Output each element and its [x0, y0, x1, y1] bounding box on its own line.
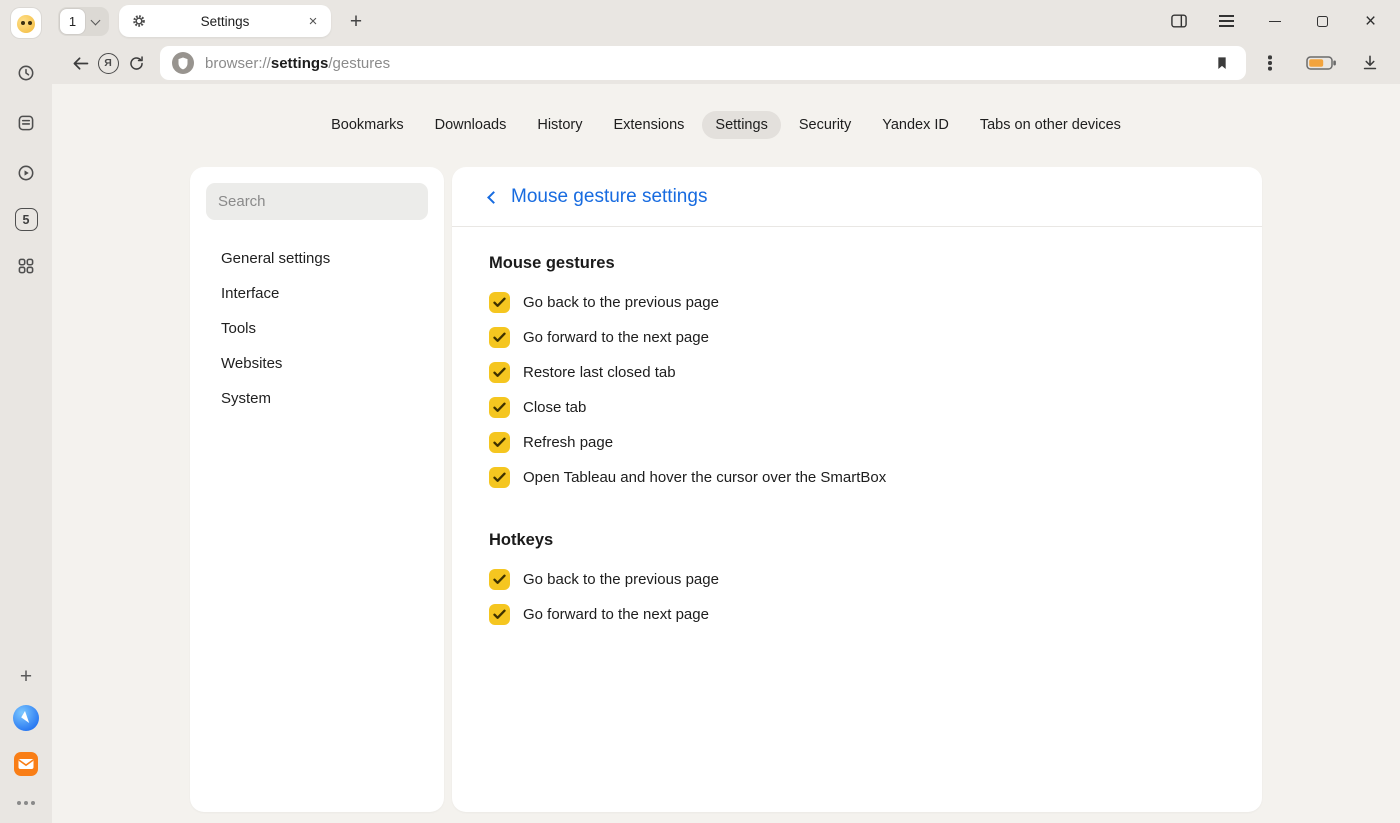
history-icon[interactable] — [11, 58, 41, 88]
gesture-label: Open Tableau and hover the cursor over t… — [523, 469, 886, 486]
tab-counter-badge[interactable]: 5 — [15, 208, 38, 231]
minimize-button[interactable] — [1261, 8, 1288, 35]
yandex-icon: Я — [98, 53, 119, 74]
nav-tab-yandex-id[interactable]: Yandex ID — [869, 111, 962, 139]
nav-tab-downloads[interactable]: Downloads — [422, 111, 520, 139]
avatar-eyes — [21, 21, 25, 25]
gesture-settings-body: Mouse gestures Go back to the previous p… — [452, 227, 1262, 659]
gear-icon — [131, 13, 147, 34]
yandex-id-button[interactable]: Я — [94, 49, 122, 77]
gesture-row: Refresh page — [489, 425, 1225, 460]
section-heading: Mouse gestures — [489, 254, 1225, 273]
close-icon: × — [1365, 12, 1376, 31]
section-hotkeys: Hotkeys Go back to the previous page Go … — [489, 531, 1225, 632]
hotkey-row: Go back to the previous page — [489, 562, 1225, 597]
tab-title: Settings — [201, 14, 250, 29]
avatar-face — [17, 15, 35, 33]
downloads-button[interactable] — [1356, 49, 1384, 77]
gesture-label: Go back to the previous page — [523, 294, 719, 311]
new-tab-button[interactable]: + — [343, 8, 369, 34]
mail-app-icon[interactable] — [11, 749, 41, 779]
checkbox-checked[interactable] — [489, 362, 510, 383]
settings-nav: Bookmarks Downloads History Extensions S… — [52, 111, 1400, 139]
sidebar-item-tools[interactable]: Tools — [206, 311, 428, 346]
bookmark-button[interactable] — [1210, 51, 1234, 75]
gesture-settings-card: Mouse gesture settings Mouse gestures Go… — [452, 167, 1262, 812]
address-toolbar: Я browser://settings/gestures — [52, 42, 1400, 84]
checkbox-checked[interactable] — [489, 569, 510, 590]
tab-bar: 1 Settings × + — [52, 0, 1400, 42]
more-menu-button[interactable] — [1256, 49, 1284, 77]
page-title: Mouse gesture settings — [511, 186, 707, 208]
sidebar-item-system[interactable]: System — [206, 381, 428, 416]
gesture-label: Close tab — [523, 399, 586, 416]
back-button[interactable] — [66, 49, 94, 77]
tab-group[interactable]: 1 — [58, 7, 109, 36]
feed-icon[interactable] — [11, 108, 41, 138]
checkbox-checked[interactable] — [489, 327, 510, 348]
address-bar[interactable]: browser://settings/gestures — [160, 46, 1246, 80]
settings-menu: General settings Interface Tools Website… — [206, 241, 428, 416]
gesture-label: Restore last closed tab — [523, 364, 676, 381]
profile-avatar[interactable] — [11, 8, 41, 38]
url-highlight: settings — [271, 55, 329, 72]
section-mouse-gestures: Mouse gestures Go back to the previous p… — [489, 254, 1225, 495]
tab-group-count: 1 — [60, 9, 85, 34]
maximize-button[interactable] — [1309, 8, 1336, 35]
nav-tab-bookmarks[interactable]: Bookmarks — [318, 111, 417, 139]
checkbox-checked[interactable] — [489, 292, 510, 313]
shield-icon[interactable] — [172, 52, 194, 74]
sidebar-item-websites[interactable]: Websites — [206, 346, 428, 381]
settings-sidebar-card: General settings Interface Tools Website… — [190, 167, 444, 812]
gesture-row: Open Tableau and hover the cursor over t… — [489, 460, 1225, 495]
tab-settings[interactable]: Settings × — [119, 5, 331, 37]
browser-app-icon[interactable] — [11, 703, 41, 733]
rail-add-icon[interactable]: + — [20, 666, 32, 687]
checkbox-checked[interactable] — [489, 432, 510, 453]
gesture-label: Go forward to the next page — [523, 329, 709, 346]
gesture-label: Refresh page — [523, 434, 613, 451]
sidebar-item-general-settings[interactable]: General settings — [206, 241, 428, 276]
chevron-left-icon — [487, 191, 500, 204]
search-input[interactable] — [206, 183, 428, 220]
url-suffix: /gestures — [328, 55, 390, 72]
url-text: browser://settings/gestures — [205, 55, 390, 72]
hotkey-row: Go forward to the next page — [489, 597, 1225, 632]
nav-tab-settings[interactable]: Settings — [702, 111, 780, 139]
checkbox-checked[interactable] — [489, 397, 510, 418]
refresh-button[interactable] — [122, 49, 150, 77]
close-button[interactable]: × — [1357, 8, 1384, 35]
battery-indicator[interactable] — [1306, 49, 1334, 77]
nav-tab-history[interactable]: History — [524, 111, 595, 139]
kebab-icon — [1268, 61, 1271, 64]
nav-tab-other-devices[interactable]: Tabs on other devices — [967, 111, 1134, 139]
sidebar-item-interface[interactable]: Interface — [206, 276, 428, 311]
section-heading: Hotkeys — [489, 531, 1225, 550]
nav-tab-extensions[interactable]: Extensions — [600, 111, 697, 139]
checkbox-checked[interactable] — [489, 467, 510, 488]
side-panel-button[interactable] — [1165, 8, 1192, 35]
menu-button[interactable] — [1213, 8, 1240, 35]
minimize-icon — [1269, 21, 1281, 22]
apps-grid-icon[interactable] — [11, 251, 41, 281]
tab-close-icon[interactable]: × — [304, 12, 322, 30]
gesture-row: Go forward to the next page — [489, 320, 1225, 355]
hotkey-label: Go back to the previous page — [523, 571, 719, 588]
url-prefix: browser:// — [205, 55, 271, 72]
hotkey-label: Go forward to the next page — [523, 606, 709, 623]
app-rail: 5 + — [0, 0, 52, 823]
maximize-icon — [1317, 16, 1328, 27]
gesture-row: Go back to the previous page — [489, 285, 1225, 320]
chevron-down-icon — [91, 15, 101, 25]
page-title-link[interactable]: Mouse gesture settings — [452, 167, 1262, 227]
hamburger-icon — [1219, 20, 1234, 22]
settings-page: Bookmarks Downloads History Extensions S… — [52, 84, 1400, 823]
browser-chrome: 1 Settings × + — [52, 0, 1400, 84]
checkbox-checked[interactable] — [489, 604, 510, 625]
rail-more-icon[interactable] — [24, 801, 28, 805]
gesture-row: Restore last closed tab — [489, 355, 1225, 390]
media-play-icon[interactable] — [11, 158, 41, 188]
nav-tab-security[interactable]: Security — [786, 111, 864, 139]
gesture-row: Close tab — [489, 390, 1225, 425]
